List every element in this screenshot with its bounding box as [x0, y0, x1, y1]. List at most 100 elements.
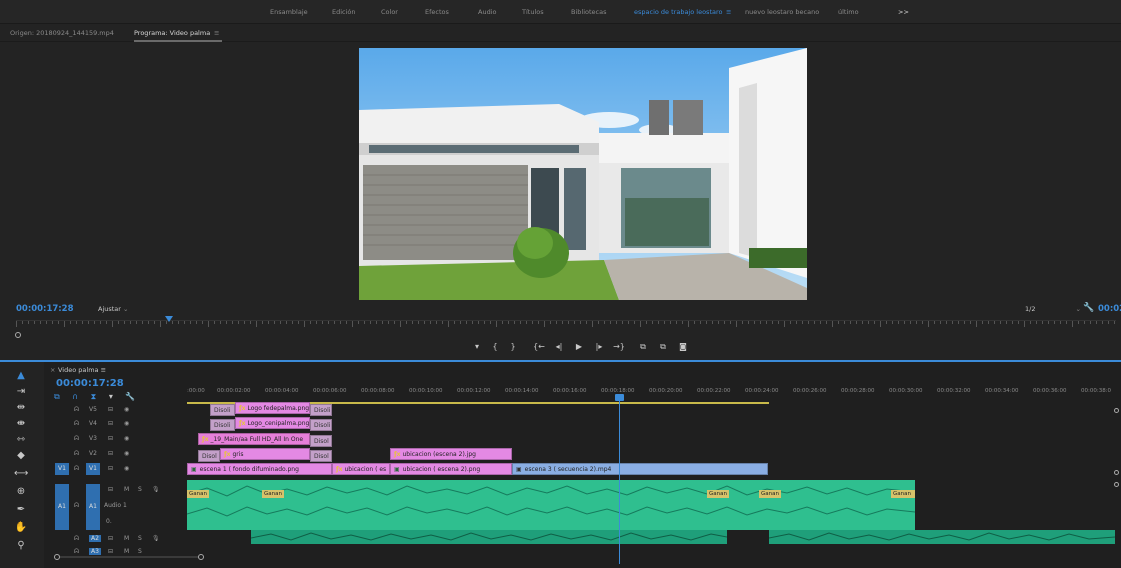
sync-lock-icon[interactable]: ⊟	[108, 435, 113, 442]
add-marker-button[interactable]: ▾	[470, 342, 484, 351]
timeline-timecode[interactable]: 00:00:17:28	[56, 378, 124, 389]
extract-button[interactable]: ⧉	[656, 342, 670, 352]
lift-button[interactable]: ⧉	[636, 342, 650, 352]
slide-tool-icon[interactable]: ⊕	[14, 486, 28, 497]
play-button[interactable]: ▶	[572, 342, 586, 351]
fit-select[interactable]: Ajustar ⌄	[98, 305, 129, 313]
sync-lock-icon[interactable]: ⊟	[108, 420, 113, 427]
rate-stretch-tool-icon[interactable]: ⇿	[14, 434, 28, 445]
video-clip[interactable]: ƒx gris	[220, 448, 310, 460]
ripple-edit-tool-icon[interactable]: ⇹	[14, 402, 28, 413]
eye-icon[interactable]: ◉	[124, 406, 129, 413]
workspace-ensamblaje[interactable]: Ensamblaje	[270, 8, 308, 16]
lock-icon[interactable]: ᗣ	[74, 465, 79, 473]
mark-in-button[interactable]: {	[488, 342, 502, 351]
lock-icon[interactable]: ᗣ	[74, 535, 79, 543]
nest-icon[interactable]: ⧉	[54, 392, 60, 401]
transition-clip[interactable]: Disoli	[210, 419, 235, 431]
lock-icon[interactable]: ᗣ	[74, 435, 79, 443]
razor-tool-icon[interactable]: ◆	[14, 450, 28, 461]
solo-button[interactable]: S	[138, 535, 142, 542]
vertical-zoom-handle[interactable]	[1114, 470, 1119, 475]
vertical-zoom-handle[interactable]	[1114, 408, 1119, 413]
timeline-horizontal-scrollbar[interactable]	[54, 554, 204, 560]
program-scrub-ruler[interactable]	[16, 320, 1116, 328]
lock-icon[interactable]: ᗣ	[74, 450, 79, 458]
timeline-close-icon[interactable]: ×	[50, 366, 55, 374]
sync-lock-icon[interactable]: ⊟	[108, 535, 113, 542]
audio-clip-a1[interactable]: Ganan Ganan Ganan Ganan Ganan	[187, 480, 915, 530]
resolution-select[interactable]: 1/2 ⌄	[1025, 305, 1081, 313]
voiceover-mic-icon[interactable]: 🎙	[152, 535, 160, 542]
vertical-zoom-handle[interactable]	[1114, 482, 1119, 487]
transition-clip[interactable]: Disoli	[310, 404, 332, 416]
video-clip[interactable]: ƒx Logo fedepalma.png	[235, 402, 310, 414]
mark-out-button[interactable]: }	[506, 342, 520, 351]
audio-volume-value[interactable]: 0.	[106, 518, 112, 525]
mute-button[interactable]: M	[124, 486, 129, 493]
program-timecode[interactable]: 00:00:17:28	[16, 304, 74, 314]
track-select-tool-icon[interactable]: ⇥	[14, 386, 28, 397]
eye-icon[interactable]: ◉	[124, 465, 129, 472]
transition-clip[interactable]: Disoli	[210, 404, 235, 416]
timeline-playhead-line[interactable]	[619, 394, 620, 564]
step-back-button[interactable]: ◂|	[552, 342, 566, 351]
video-clip[interactable]: ƒx ubicacion (escena 2).jpg	[390, 448, 512, 460]
sync-lock-icon[interactable]: ⊟	[108, 486, 113, 493]
step-forward-button[interactable]: |▸	[592, 342, 606, 351]
timeline-playhead-handle[interactable]	[615, 394, 624, 401]
track-label[interactable]: A2	[89, 535, 101, 542]
workspace-nuevo[interactable]: nuevo leostaro becano	[745, 8, 819, 16]
lock-icon[interactable]: ᗣ	[74, 406, 79, 414]
hand-tool-icon[interactable]: ✋	[14, 522, 28, 533]
tab-timeline-sequence[interactable]: Video palma ≡	[58, 366, 106, 374]
linked-selection-icon[interactable]: ⧗	[91, 392, 97, 401]
audio-clip-a2-b[interactable]	[769, 530, 1115, 544]
track-target-v1[interactable]: V1	[86, 463, 100, 475]
export-frame-button[interactable]: ◙	[676, 342, 690, 351]
rolling-edit-tool-icon[interactable]: ⇼	[14, 418, 28, 429]
go-to-out-button[interactable]: →}	[612, 342, 626, 351]
program-zoom-handle[interactable]	[15, 332, 21, 338]
zoom-tool-icon[interactable]: ⚲	[14, 540, 28, 551]
scroll-handle-right[interactable]	[198, 554, 204, 560]
transition-clip[interactable]: Disoli	[310, 419, 332, 431]
transition-clip[interactable]: Disol	[310, 450, 332, 462]
sync-lock-icon[interactable]: ⊟	[108, 465, 113, 472]
workspace-efectos[interactable]: Efectos	[425, 8, 449, 16]
snap-icon[interactable]: ∩	[72, 392, 78, 401]
track-target-a1[interactable]: A1	[86, 484, 100, 530]
audio-clip-a2[interactable]	[251, 530, 727, 544]
sequence-menu-icon[interactable]: ≡	[101, 366, 106, 374]
timeline-ruler[interactable]: :00:00 00:00:02:00 00:00:04:00 00:00:06:…	[187, 384, 1117, 398]
voiceover-mic-icon[interactable]: 🎙	[152, 486, 160, 493]
workspace-leostaro[interactable]: espacio de trabajo leostaro	[634, 8, 722, 16]
timeline-settings-icon[interactable]: 🔧	[125, 392, 135, 401]
eye-icon[interactable]: ◉	[124, 420, 129, 427]
video-clip[interactable]: ƒx Logo_cenipalma.png	[235, 417, 310, 429]
workspace-overflow-icon[interactable]: >>	[898, 8, 909, 16]
sync-lock-icon[interactable]: ⊟	[108, 450, 113, 457]
tab-source[interactable]: Origen: 20180924_144159.mp4	[10, 29, 114, 37]
transition-clip[interactable]: Disol	[310, 435, 332, 447]
lock-icon[interactable]: ᗣ	[74, 420, 79, 428]
program-viewer[interactable]	[359, 48, 807, 300]
settings-wrench-icon[interactable]: 🔧	[1083, 303, 1094, 313]
workspace-menu-icon[interactable]: ≡	[726, 8, 731, 16]
eye-icon[interactable]: ◉	[124, 435, 129, 442]
source-patch-v1[interactable]: V1	[55, 463, 69, 475]
pen-tool-icon[interactable]: ✒	[14, 504, 28, 515]
go-to-in-button[interactable]: {←	[532, 342, 546, 351]
program-menu-icon[interactable]: ≡	[214, 29, 219, 37]
lock-icon[interactable]: ᗣ	[74, 502, 79, 510]
selection-tool-icon[interactable]: ▲	[14, 370, 28, 381]
slip-tool-icon[interactable]: ⟷	[14, 468, 28, 479]
transition-clip[interactable]: Disol	[198, 450, 220, 462]
workspace-titulos[interactable]: Títulos	[522, 8, 544, 16]
workspace-audio[interactable]: Audio	[478, 8, 496, 16]
solo-button[interactable]: S	[138, 486, 142, 493]
video-clip[interactable]: ƒx _19_Main/aa Full HD_All In One	[198, 433, 310, 445]
workspace-bibliotecas[interactable]: Bibliotecas	[571, 8, 606, 16]
sync-lock-icon[interactable]: ⊟	[108, 406, 113, 413]
workspace-edicion[interactable]: Edición	[332, 8, 356, 16]
